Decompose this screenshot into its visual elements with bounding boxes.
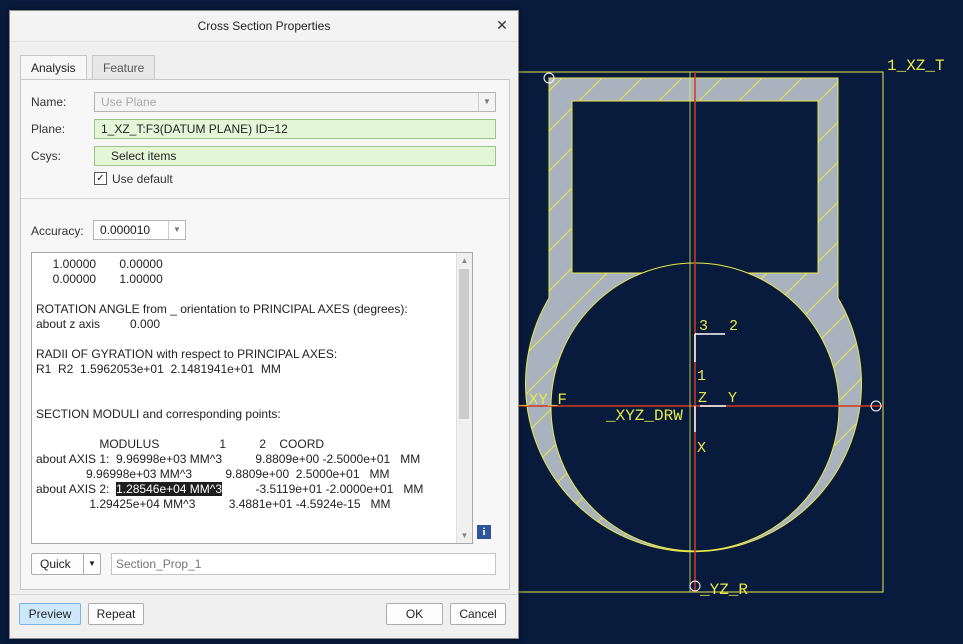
tab-analysis[interactable]: Analysis: [20, 55, 87, 81]
tab-feature[interactable]: Feature: [92, 55, 156, 80]
chevron-down-icon: ▼: [83, 554, 100, 574]
csys-label: Csys:: [31, 149, 61, 163]
csys-collector[interactable]: Select items: [94, 146, 496, 166]
csys-label-x: X: [697, 440, 706, 457]
results-text: 1.00000 0.00000 0.00000 1.00000 ROTATION…: [36, 257, 423, 512]
name-dropdown[interactable]: Use Plane ▼: [94, 92, 496, 112]
csys-label-2: 2: [729, 318, 738, 335]
analysis-panel: Name: Use Plane ▼ Plane: 1_XZ_T:F3(DATUM…: [20, 79, 510, 590]
dialog-title: Cross Section Properties: [197, 19, 331, 33]
info-icon[interactable]: i: [477, 525, 491, 539]
use-default-checkbox[interactable]: ✓: [94, 172, 107, 185]
accuracy-label: Accuracy:: [31, 224, 84, 238]
quick-dropdown[interactable]: Quick ▼: [31, 553, 101, 575]
datum-label-left: _XY_F: [518, 391, 567, 409]
accuracy-value: 0.000010: [100, 223, 151, 237]
csys-label-1: 1: [697, 368, 706, 385]
plane-label: Plane:: [31, 122, 66, 136]
name-value: Use Plane: [101, 95, 157, 109]
scroll-up-icon[interactable]: ▲: [457, 253, 472, 268]
results-text-area[interactable]: 1.00000 0.00000 0.00000 1.00000 ROTATION…: [31, 252, 473, 544]
dialog-titlebar[interactable]: Cross Section Properties ✕: [10, 11, 518, 42]
datum-label-bottom: _YZ_R: [699, 581, 748, 599]
cancel-button[interactable]: Cancel: [450, 603, 506, 625]
results-selection: 1.28546e+04 MM^3: [116, 482, 223, 496]
footer-divider: [10, 594, 518, 595]
section-name-input[interactable]: [111, 553, 496, 575]
scroll-thumb[interactable]: [459, 269, 469, 419]
datum-label-center: _XYZ_DRW: [605, 407, 683, 425]
repeat-button[interactable]: Repeat: [88, 603, 144, 625]
divider: [21, 198, 509, 199]
datum-label-top: 1_XZ_T: [887, 57, 945, 75]
csys-label-z: Z: [698, 390, 707, 407]
csys-label-y: Y: [728, 390, 737, 407]
plane-collector[interactable]: 1_XZ_T:F3(DATUM PLANE) ID=12: [94, 119, 496, 139]
chevron-down-icon: ▼: [478, 93, 495, 111]
cross-section-properties-dialog: Cross Section Properties ✕ Analysis Feat…: [9, 10, 519, 639]
name-label: Name:: [31, 95, 67, 109]
scroll-down-icon[interactable]: ▼: [457, 528, 472, 543]
quick-label: Quick: [40, 557, 71, 571]
preview-button[interactable]: Preview: [19, 603, 81, 625]
csys-label-3: 3: [699, 318, 708, 335]
chevron-down-icon: ▼: [168, 221, 185, 239]
use-default-label: Use default: [112, 172, 173, 186]
ok-button[interactable]: OK: [386, 603, 443, 625]
results-before: 1.00000 0.00000 0.00000 1.00000 ROTATION…: [36, 257, 421, 496]
vertical-scrollbar[interactable]: ▲ ▼: [456, 253, 472, 543]
close-icon[interactable]: ✕: [494, 17, 510, 33]
accuracy-dropdown[interactable]: 0.000010 ▼: [93, 220, 186, 240]
